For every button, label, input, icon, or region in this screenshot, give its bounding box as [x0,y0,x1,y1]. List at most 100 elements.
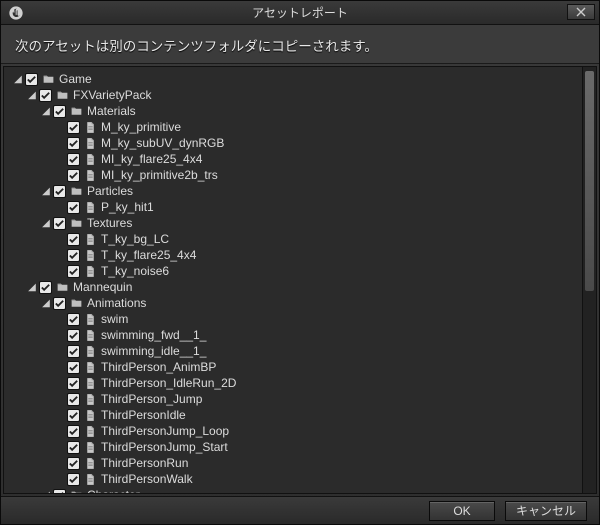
tree-row[interactable]: ▶ThirdPerson_IdleRun_2D [6,375,580,391]
info-text: 次のアセットは別のコンテンツフォルダにコピーされます。 [1,25,599,64]
scrollbar-thumb[interactable] [585,71,594,291]
file-icon [83,473,98,486]
checkbox[interactable] [67,313,80,326]
folder-icon [55,281,70,294]
scrollbar-vertical[interactable] [582,67,596,493]
tree-row[interactable]: ▶M_ky_primitive [6,119,580,135]
tree-row[interactable]: ▶swimming_fwd__1_ [6,327,580,343]
tree-row[interactable]: ▶ThirdPersonJump_Start [6,439,580,455]
file-icon [83,393,98,406]
checkbox[interactable] [67,377,80,390]
checkbox[interactable] [67,233,80,246]
tree-row-label: ThirdPersonWalk [101,472,193,486]
tree-row[interactable]: ◢Materials [6,103,580,119]
file-icon [83,249,98,262]
tree-row-label: FXVarietyPack [73,88,151,102]
file-icon [83,457,98,470]
tree-row[interactable]: ◢ Game [6,71,580,87]
checkbox[interactable] [25,73,38,86]
tree-row-label: T_ky_flare25_4x4 [101,248,196,262]
expander-open-icon[interactable]: ◢ [12,73,24,85]
tree-row[interactable]: ▶T_ky_bg_LC [6,231,580,247]
folder-icon [69,489,84,494]
cancel-button[interactable]: キャンセル [505,501,587,521]
expander-open-icon[interactable]: ◢ [40,105,52,117]
tree-row[interactable]: ▶ThirdPersonIdle [6,407,580,423]
tree-row[interactable]: ◢ Textures [6,215,580,231]
tree-row[interactable]: ▶P_ky_hit1 [6,199,580,215]
expander-open-icon[interactable]: ◢ [40,185,52,197]
tree-row-label: Textures [87,216,132,230]
tree-row[interactable]: ▶ThirdPersonRun [6,455,580,471]
expander-open-icon[interactable]: ◢ [26,281,38,293]
tree-row-label: swimming_fwd__1_ [101,328,206,342]
tree-row-label: M_ky_primitive [101,120,181,134]
tree-row[interactable]: ▶ThirdPersonWalk [6,471,580,487]
ok-button[interactable]: OK [429,501,495,521]
checkbox[interactable] [67,201,80,214]
tree-row[interactable]: ▶ThirdPerson_AnimBP [6,359,580,375]
checkbox[interactable] [67,169,80,182]
tree-row-label: T_ky_bg_LC [101,232,169,246]
checkbox[interactable] [67,121,80,134]
checkbox[interactable] [67,329,80,342]
file-icon [83,329,98,342]
expander-open-icon[interactable]: ◢ [26,89,38,101]
tree-row[interactable]: ▶T_ky_flare25_4x4 [6,247,580,263]
tree-row[interactable]: ▶M_ky_subUV_dynRGB [6,135,580,151]
tree-row-label: ThirdPersonJump_Loop [101,424,229,438]
tree-row-label: Animations [87,296,146,310]
file-icon [83,409,98,422]
file-icon [83,313,98,326]
checkbox[interactable] [67,457,80,470]
checkbox[interactable] [53,217,66,230]
tree-row[interactable]: ◢Mannequin [6,279,580,295]
tree-row[interactable]: ▶ThirdPerson_Jump [6,391,580,407]
file-icon [83,153,98,166]
expander-open-icon[interactable]: ◢ [40,489,52,493]
checkbox[interactable] [67,425,80,438]
file-icon [83,233,98,246]
tree-row[interactable]: ▶MI_ky_flare25_4x4 [6,151,580,167]
tree-row[interactable]: ▶swimming_idle__1_ [6,343,580,359]
close-button[interactable] [567,4,595,20]
checkbox[interactable] [67,409,80,422]
checkbox[interactable] [67,441,80,454]
titlebar[interactable]: アセットレポート [1,1,599,25]
tree-row-label: ThirdPersonRun [101,456,188,470]
tree-row[interactable]: ▶swim [6,311,580,327]
tree-row-label: P_ky_hit1 [101,200,154,214]
checkbox[interactable] [67,361,80,374]
tree-row-label: MI_ky_primitive2b_trs [101,168,218,182]
tree-row-label: Character [87,488,140,493]
asset-tree[interactable]: ◢ Game ◢ FXVarietyPack◢Materials▶M_ky_primi… [4,67,582,493]
checkbox[interactable] [67,265,80,278]
tree-row-label: Game [59,72,92,86]
expander-open-icon[interactable]: ◢ [40,217,52,229]
file-icon [83,377,98,390]
tree-row-label: MI_ky_flare25_4x4 [101,152,202,166]
checkbox[interactable] [39,89,52,102]
checkbox[interactable] [67,345,80,358]
checkbox[interactable] [53,489,66,494]
tree-row[interactable]: ◢ Character [6,487,580,493]
expander-open-icon[interactable]: ◢ [40,297,52,309]
checkbox[interactable] [67,249,80,262]
tree-row[interactable]: ◢ Animations [6,295,580,311]
checkbox[interactable] [39,281,52,294]
tree-row[interactable]: ◢Particles [6,183,580,199]
tree-row[interactable]: ◢ FXVarietyPack [6,87,580,103]
checkbox[interactable] [53,297,66,310]
checkbox[interactable] [53,185,66,198]
tree-row-label: M_ky_subUV_dynRGB [101,136,224,150]
file-icon [83,201,98,214]
checkbox[interactable] [53,105,66,118]
checkbox[interactable] [67,137,80,150]
file-icon [83,137,98,150]
tree-row[interactable]: ▶T_ky_noise6 [6,263,580,279]
checkbox[interactable] [67,473,80,486]
checkbox[interactable] [67,393,80,406]
checkbox[interactable] [67,153,80,166]
tree-row[interactable]: ▶MI_ky_primitive2b_trs [6,167,580,183]
tree-row[interactable]: ▶ThirdPersonJump_Loop [6,423,580,439]
